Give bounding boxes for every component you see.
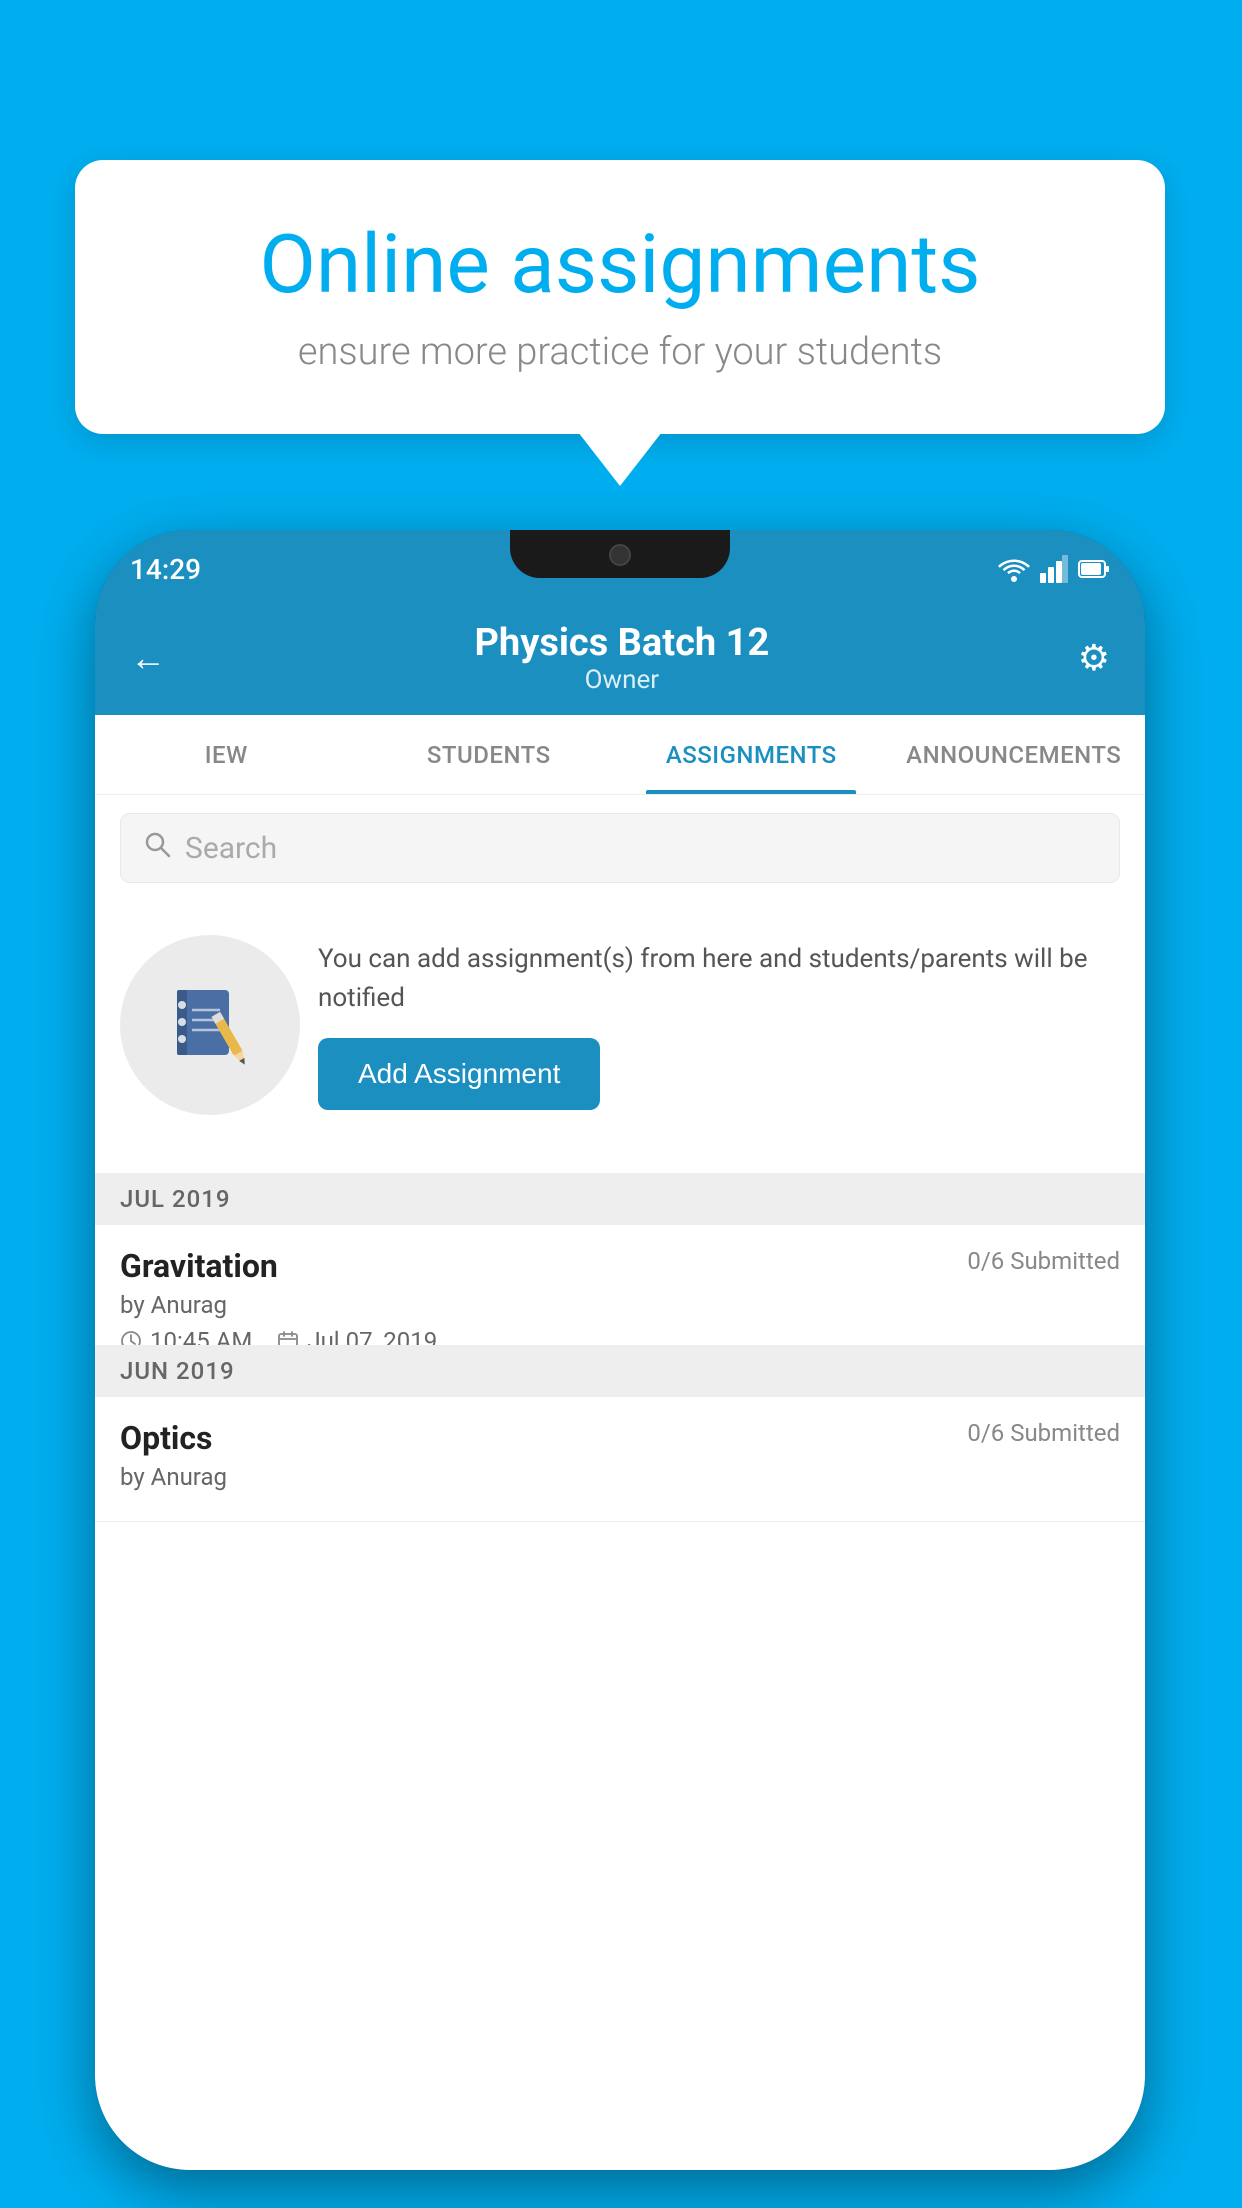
status-icons bbox=[998, 555, 1110, 583]
search-icon bbox=[143, 830, 171, 866]
app-header: ← Physics Batch 12 Owner ⚙ bbox=[95, 600, 1145, 715]
back-button[interactable]: ← bbox=[130, 637, 166, 679]
wifi-icon bbox=[998, 556, 1030, 582]
jun-section: JUN 2019 Optics 0/6 Submitted by Anurag bbox=[95, 1345, 1145, 1522]
promo-text-col: You can add assignment(s) from here and … bbox=[318, 940, 1120, 1110]
promo-icon-circle bbox=[120, 935, 300, 1115]
promo-description: You can add assignment(s) from here and … bbox=[318, 940, 1120, 1018]
tab-students[interactable]: STUDENTS bbox=[358, 715, 621, 794]
header-title: Physics Batch 12 bbox=[474, 621, 769, 665]
signal-icon bbox=[1040, 555, 1068, 583]
assignment-by: by Anurag bbox=[120, 1291, 1120, 1319]
header-title-group: Physics Batch 12 Owner bbox=[474, 621, 769, 695]
tab-announcements[interactable]: ANNOUNCEMENTS bbox=[883, 715, 1146, 794]
jul-separator: JUL 2019 bbox=[95, 1173, 1145, 1225]
tab-iew[interactable]: IEW bbox=[95, 715, 358, 794]
assignment-header: Gravitation 0/6 Submitted bbox=[120, 1247, 1120, 1285]
promo-section: You can add assignment(s) from here and … bbox=[95, 885, 1145, 1165]
add-assignment-button[interactable]: Add Assignment bbox=[318, 1038, 600, 1110]
assignment-submitted: 0/6 Submitted bbox=[967, 1247, 1120, 1275]
assignment-name-optics: Optics bbox=[120, 1419, 212, 1457]
bubble-subtitle: ensure more practice for your students bbox=[145, 330, 1095, 374]
front-camera bbox=[609, 544, 631, 566]
assignment-submitted-optics: 0/6 Submitted bbox=[967, 1419, 1120, 1447]
assignment-name: Gravitation bbox=[120, 1247, 278, 1285]
phone-notch bbox=[510, 530, 730, 578]
jun-separator: JUN 2019 bbox=[95, 1345, 1145, 1397]
phone-frame: 14:29 bbox=[95, 530, 1145, 2170]
battery-icon bbox=[1078, 558, 1110, 580]
header-subtitle: Owner bbox=[474, 665, 769, 695]
table-row[interactable]: Optics 0/6 Submitted by Anurag bbox=[95, 1397, 1145, 1522]
assignment-header-optics: Optics 0/6 Submitted bbox=[120, 1419, 1120, 1457]
bubble-title: Online assignments bbox=[145, 220, 1095, 310]
speech-bubble: Online assignments ensure more practice … bbox=[75, 160, 1165, 434]
tab-assignments[interactable]: ASSIGNMENTS bbox=[620, 715, 883, 794]
search-input-wrapper[interactable]: Search bbox=[120, 813, 1120, 883]
gear-icon[interactable]: ⚙ bbox=[1078, 637, 1110, 679]
phone-screen: Search bbox=[95, 795, 1145, 2170]
tab-bar: IEW STUDENTS ASSIGNMENTS ANNOUNCEMENTS bbox=[95, 715, 1145, 795]
phone-inner: 14:29 bbox=[95, 530, 1145, 2170]
assignment-by-optics: by Anurag bbox=[120, 1463, 1120, 1491]
search-placeholder: Search bbox=[185, 831, 277, 866]
notebook-icon bbox=[165, 980, 255, 1070]
status-time: 14:29 bbox=[130, 553, 201, 586]
